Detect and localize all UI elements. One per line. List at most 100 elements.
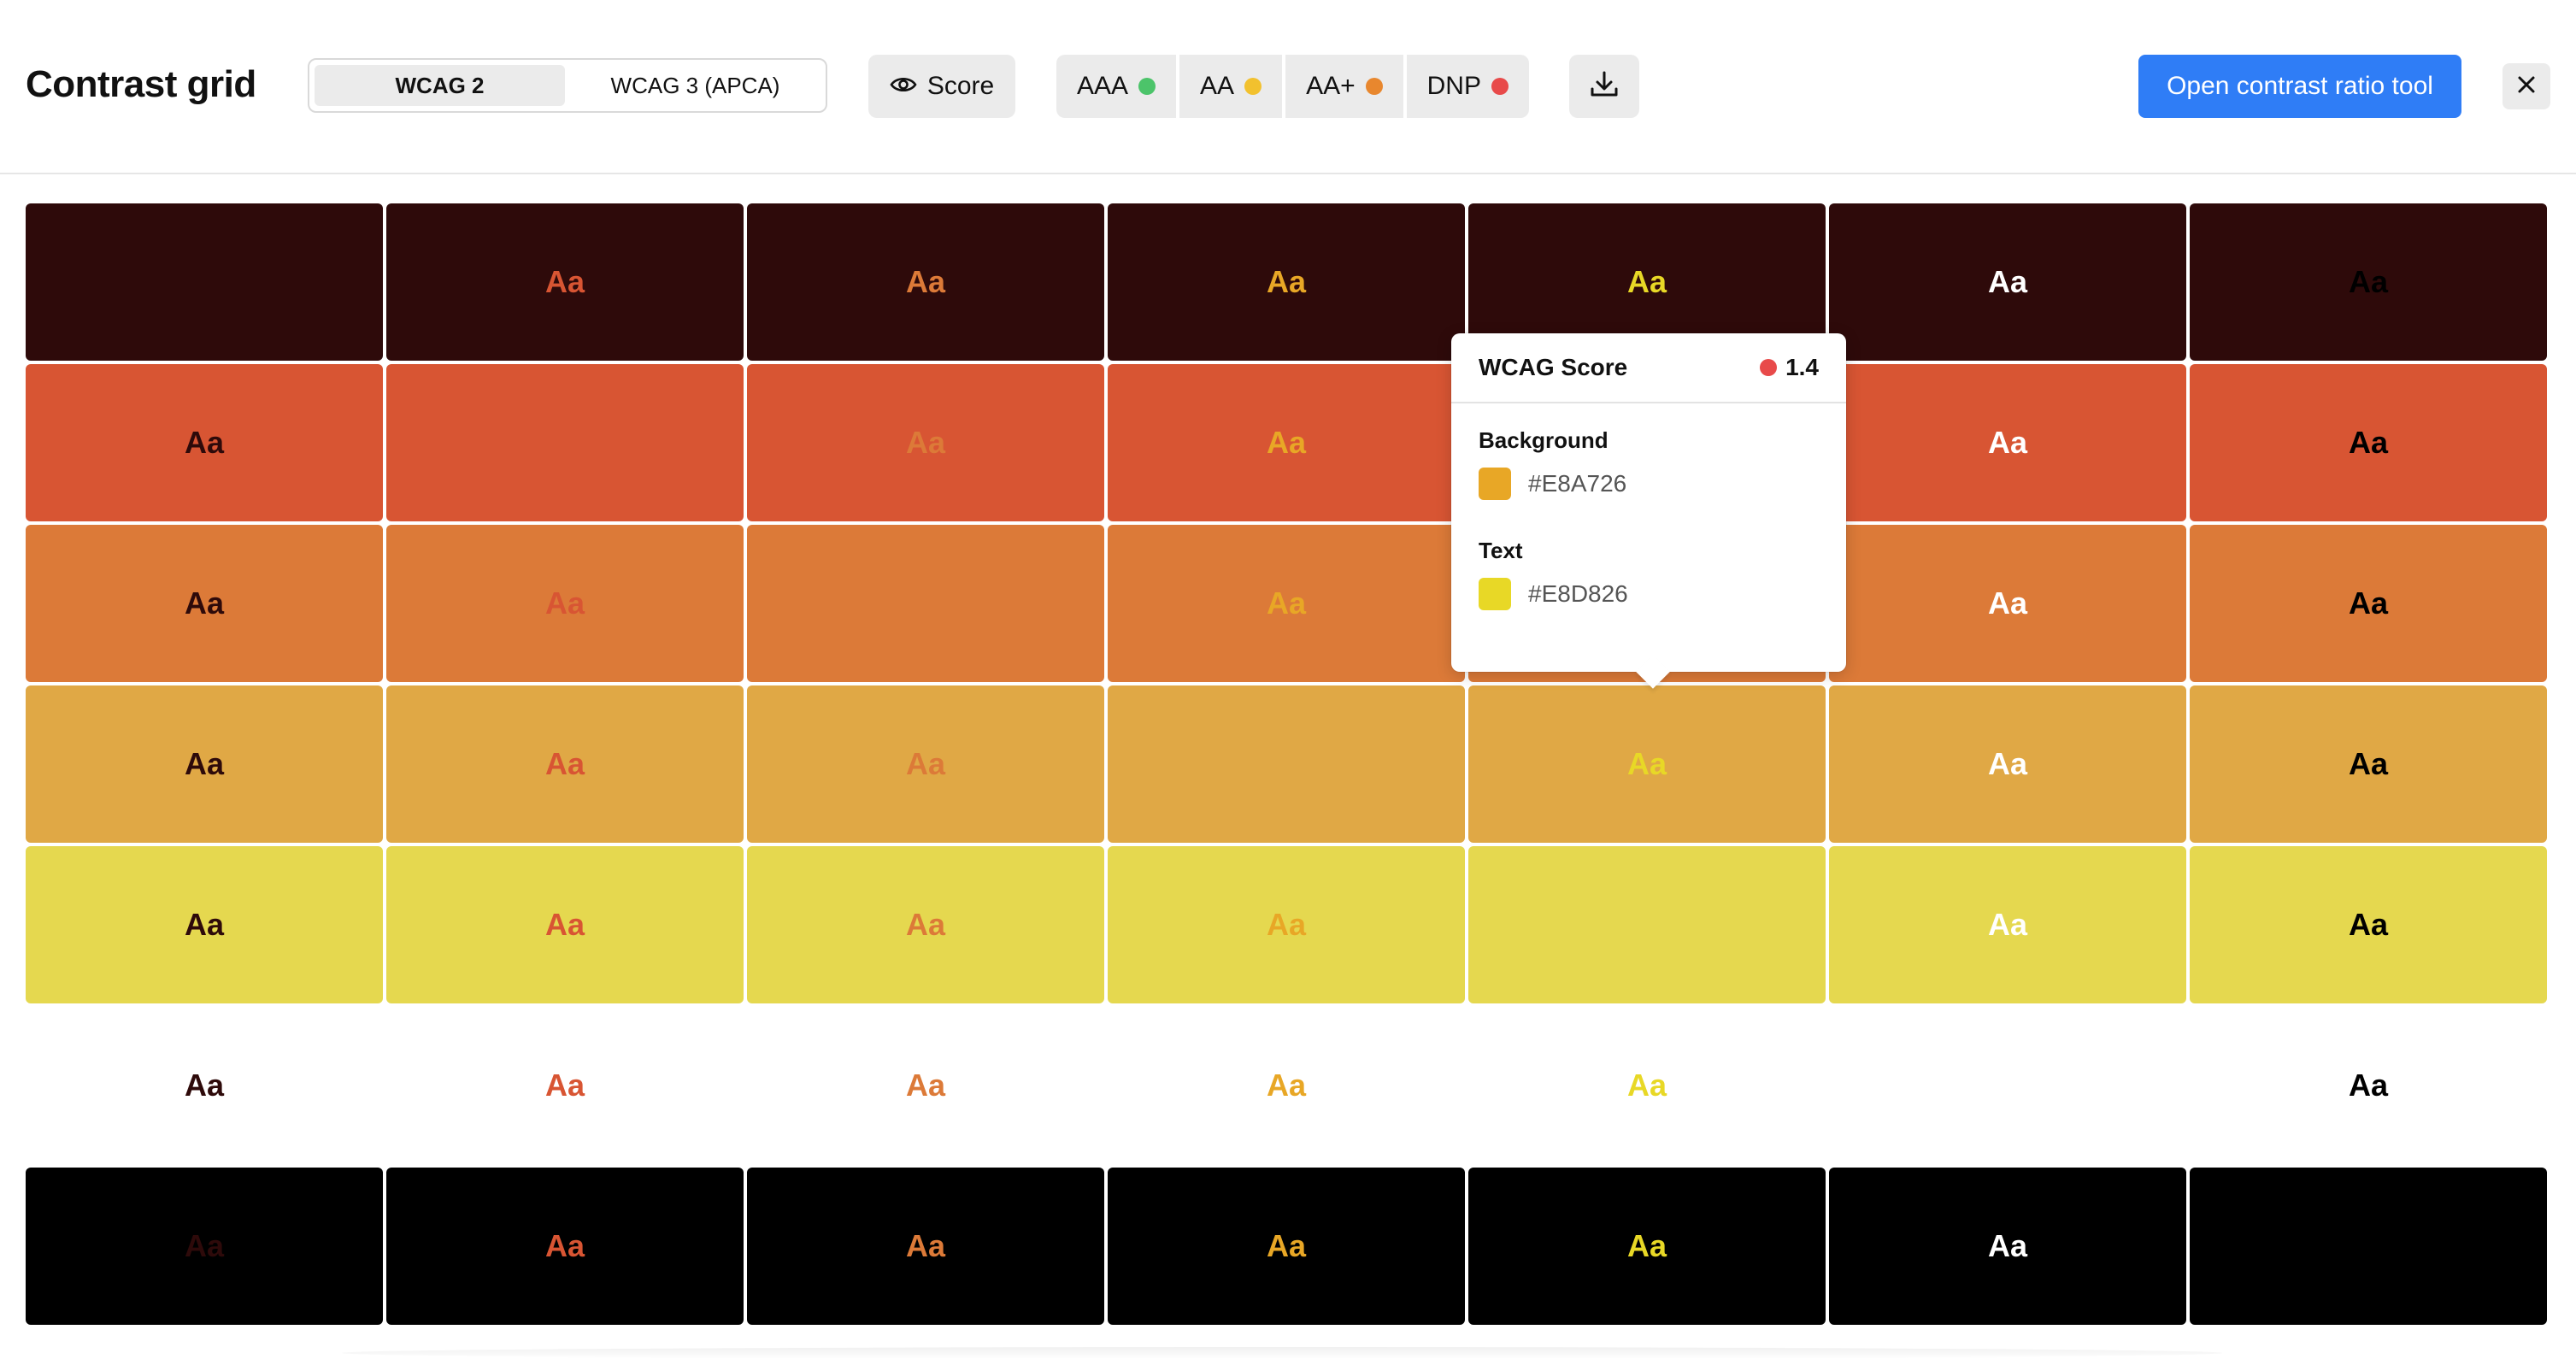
grid-cell[interactable]: Aa (386, 846, 744, 1003)
grid-cell[interactable]: Aa (1108, 1007, 1465, 1164)
grid-cell[interactable]: Aa (1468, 685, 1826, 843)
grid-cell[interactable]: Aa (1829, 525, 2186, 682)
red-dot-icon (1760, 359, 1778, 376)
grid-cell[interactable]: Aa (386, 1168, 744, 1325)
sample-text: Aa (1626, 746, 1667, 781)
filter-dnp[interactable]: DNP (1406, 55, 1529, 118)
sample-text: Aa (1987, 746, 2028, 781)
text-label: Text (1479, 538, 1523, 563)
grid-cell[interactable]: Aa (747, 1168, 1104, 1325)
sample-text: Aa (544, 1228, 585, 1263)
grid-cell[interactable]: Aa (1108, 846, 1465, 1003)
sample-text: Aa (184, 746, 225, 781)
eye-icon (890, 72, 917, 101)
grid-cell[interactable]: Aa (747, 685, 1104, 843)
sample-text: Aa (2348, 425, 2389, 460)
grid-cell[interactable]: Aa (1829, 364, 2186, 521)
sample-text: Aa (1987, 1228, 2028, 1263)
grid-cell[interactable]: Aa (747, 364, 1104, 521)
filter-aa-plus-label: AA+ (1306, 72, 1356, 100)
grid-cell[interactable]: Aa (1108, 1168, 1465, 1325)
sample-text: Aa (1266, 1228, 1307, 1263)
grid-cell[interactable]: Aa (2190, 846, 2547, 1003)
text-swatch (1479, 578, 1511, 610)
tab-wcag-3-apca[interactable]: WCAG 3 (APCA) (570, 65, 820, 106)
grid-cell[interactable]: Aa (1829, 846, 2186, 1003)
sample-text: Aa (1266, 907, 1307, 942)
text-swatch-row: #E8D826 (1479, 578, 1819, 610)
grid-cell[interactable]: Aa (1108, 364, 1465, 521)
score-toggle-button[interactable]: Score (868, 55, 1015, 118)
grid-cell[interactable]: Aa (2190, 685, 2547, 843)
contrast-grid: Aa Aa Aa Aa Aa Aa Aa Aa Aa Aa Aa Aa Aa Aa Aa Aa Aa Aa Aa Aa… (26, 203, 2550, 1325)
grid-cell[interactable]: Aa (747, 203, 1104, 361)
scroll-shadow (342, 1347, 2222, 1359)
grid-cell[interactable]: Aa (26, 685, 383, 843)
grid-cell[interactable]: Aa (1468, 1007, 1826, 1164)
grid-cell[interactable]: Aa (1829, 685, 2186, 843)
grid-cell[interactable]: Aa (386, 1007, 744, 1164)
tab-wcag-2[interactable]: WCAG 2 (315, 65, 565, 106)
sample-text: Aa (1266, 425, 1307, 460)
filter-aa-label: AA (1200, 72, 1235, 100)
grid-cell[interactable] (1468, 846, 1826, 1003)
filter-aa[interactable]: AA (1179, 55, 1283, 118)
background-swatch-row: #E8A726 (1479, 468, 1819, 500)
tooltip-header: WCAG Score 1.4 (1451, 333, 1846, 403)
grid-cell[interactable]: Aa (386, 685, 744, 843)
close-icon (2516, 74, 2537, 99)
green-dot-icon (1138, 78, 1156, 95)
grid-cell[interactable]: Aa (1829, 203, 2186, 361)
grid-cell[interactable] (2190, 1168, 2547, 1325)
standard-toggle: WCAG 2 WCAG 3 (APCA) (308, 58, 827, 113)
sample-text: Aa (905, 1068, 946, 1103)
grid-cell[interactable]: Aa (2190, 1007, 2547, 1164)
grid-cell[interactable]: Aa (1108, 525, 1465, 682)
grid-cell[interactable]: Aa (1829, 1168, 2186, 1325)
sample-text: Aa (1987, 585, 2028, 621)
filter-aaa[interactable]: AAA (1056, 55, 1177, 118)
grid-cell[interactable] (26, 203, 383, 361)
grid-cell[interactable]: Aa (2190, 364, 2547, 521)
grid-cell[interactable]: Aa (26, 1168, 383, 1325)
sample-text: Aa (544, 907, 585, 942)
sample-text: Aa (544, 585, 585, 621)
open-contrast-tool-button[interactable]: Open contrast ratio tool (2138, 55, 2461, 118)
sample-text: Aa (1987, 907, 2028, 942)
background-swatch (1479, 468, 1511, 500)
grid-cell[interactable] (1829, 1007, 2186, 1164)
grid-cell[interactable]: Aa (1108, 203, 1465, 361)
sample-text: Aa (184, 1228, 225, 1263)
grid-cell[interactable]: Aa (2190, 203, 2547, 361)
text-hex: #E8D826 (1528, 580, 1628, 607)
yellow-dot-icon (1244, 78, 1262, 95)
download-button[interactable] (1569, 55, 1639, 118)
sample-text: Aa (184, 907, 225, 942)
sample-text: Aa (905, 264, 946, 299)
grid-cell[interactable] (1108, 685, 1465, 843)
grid-cell[interactable]: Aa (26, 846, 383, 1003)
grid-cell[interactable] (386, 364, 744, 521)
filter-dnp-label: DNP (1426, 72, 1481, 100)
background-hex: #E8A726 (1528, 470, 1627, 497)
sample-text: Aa (2348, 1068, 2389, 1103)
top-bar: Contrast grid WCAG 2 WCAG 3 (APCA) Score… (0, 0, 2576, 174)
sample-text: Aa (184, 585, 225, 621)
sample-text: Aa (1626, 264, 1667, 299)
grid-cell[interactable]: Aa (1468, 1168, 1826, 1325)
filter-aaa-label: AAA (1077, 72, 1129, 100)
grid-cell[interactable]: Aa (26, 364, 383, 521)
sample-text: Aa (1266, 585, 1307, 621)
grid-cell[interactable]: Aa (386, 525, 744, 682)
grid-cell[interactable] (747, 525, 1104, 682)
filter-aa-plus[interactable]: AA+ (1285, 55, 1403, 118)
grid-cell[interactable]: Aa (386, 203, 744, 361)
sample-text: Aa (1626, 1228, 1667, 1263)
grid-cell[interactable]: Aa (747, 1007, 1104, 1164)
grid-cell[interactable]: Aa (747, 846, 1104, 1003)
grid-cell[interactable]: Aa (26, 1007, 383, 1164)
sample-text: Aa (2348, 907, 2389, 942)
close-button[interactable] (2502, 63, 2550, 109)
grid-cell[interactable]: Aa (26, 525, 383, 682)
grid-cell[interactable]: Aa (2190, 525, 2547, 682)
